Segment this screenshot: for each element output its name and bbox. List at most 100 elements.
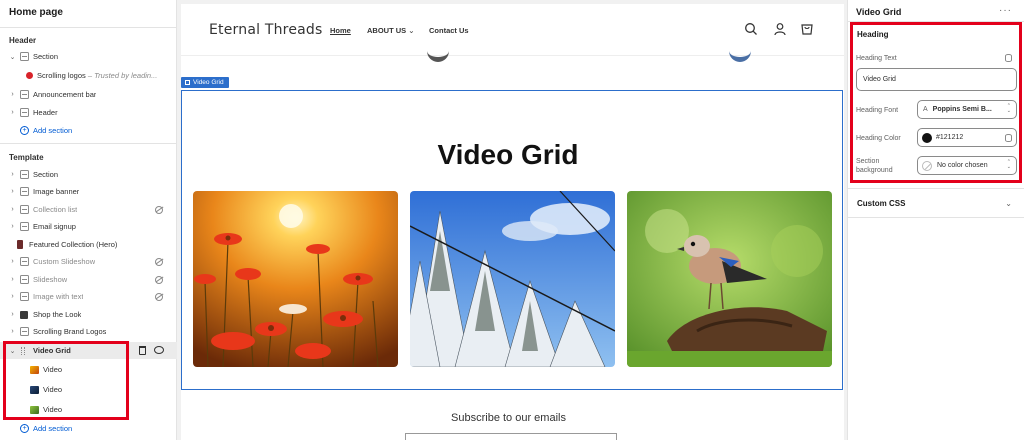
template-item-slideshow[interactable]: › Slideshow	[0, 271, 177, 288]
video-grid-label: Video Grid	[33, 346, 71, 355]
add-section-label: Add section	[33, 126, 73, 135]
header-section-label: Section	[33, 52, 59, 61]
template-item-video-grid[interactable]: ⌄ Video Grid	[0, 342, 177, 359]
nav-about-us[interactable]: ABOUT US ⌄	[367, 26, 415, 35]
dynamic-source-icon[interactable]	[1005, 54, 1012, 62]
eye-hidden-icon[interactable]	[155, 292, 163, 301]
chevron-down-icon[interactable]: ⌄	[8, 347, 17, 355]
settings-panel: Video Grid ··· Heading Heading Text Vide…	[847, 0, 1024, 440]
chevron-right-icon[interactable]: ›	[8, 171, 17, 178]
template-item-label: Custom Slideshow	[33, 257, 96, 266]
video-block-2[interactable]: Video	[0, 381, 177, 398]
product-thumbnail-icon	[17, 240, 23, 249]
template-item-featured-collection[interactable]: Featured Collection (Hero)	[0, 236, 177, 253]
scrolling-logos-subtitle: – Trusted by leadin...	[85, 71, 158, 80]
template-item-image-banner[interactable]: › Image banner	[0, 183, 177, 200]
template-item-label: Collection list	[33, 205, 78, 214]
video-block-1[interactable]: Video	[0, 361, 177, 378]
eye-hidden-icon[interactable]	[155, 275, 163, 284]
chevron-right-icon[interactable]: ›	[8, 328, 17, 335]
template-item-label: Shop the Look	[33, 310, 82, 319]
video-thumbnail-icon	[30, 405, 39, 414]
template-group-label: Template	[9, 153, 44, 162]
heading-font-value: Poppins Semi B...	[932, 106, 992, 113]
video-thumbnail-icon	[30, 385, 39, 394]
cart-icon[interactable]	[800, 22, 814, 36]
announcement-bar-row[interactable]: › Announcement bar	[0, 86, 177, 103]
template-item-image-with-text[interactable]: › Image with text	[0, 288, 177, 305]
chevron-down-icon[interactable]: ⌄	[1005, 199, 1012, 208]
chevron-down-icon: ⌄	[408, 26, 415, 35]
chevron-right-icon[interactable]: ›	[8, 311, 17, 318]
chevron-right-icon[interactable]: ›	[8, 109, 17, 116]
nav-home[interactable]: Home	[330, 26, 351, 35]
eye-icon[interactable]	[154, 346, 164, 354]
dynamic-source-icon[interactable]	[1005, 134, 1012, 142]
template-item-custom-slideshow[interactable]: › Custom Slideshow	[0, 253, 177, 270]
chevron-right-icon[interactable]: ›	[8, 223, 17, 230]
heading-color-input[interactable]: #121212	[917, 128, 1017, 147]
scrolling-logos-row[interactable]: Scrolling logos – Trusted by leadin...	[0, 67, 177, 84]
more-options-icon[interactable]: ···	[999, 5, 1012, 16]
shop-look-thumbnail-icon	[20, 310, 28, 319]
section-background-label: Section background	[856, 158, 893, 174]
video-tile-snowy-trees[interactable]	[410, 191, 615, 367]
email-input[interactable]	[405, 433, 617, 440]
nav-about-us-label: ABOUT US	[367, 26, 407, 35]
announcement-bar-label: Announcement bar	[33, 90, 97, 99]
header-icon	[20, 108, 29, 117]
section-background-input[interactable]: No color chosen ⌃ ⌄	[917, 156, 1017, 175]
chevron-right-icon[interactable]: ›	[8, 276, 17, 283]
trash-icon[interactable]	[139, 346, 146, 355]
stepper-icon: ⌃ ⌄	[1006, 103, 1011, 114]
header-label: Header	[33, 108, 58, 117]
section-icon	[20, 90, 29, 99]
drag-handle-icon[interactable]	[21, 346, 25, 355]
decorative-arc	[729, 48, 751, 62]
account-icon[interactable]	[773, 22, 787, 36]
eye-hidden-icon[interactable]	[155, 257, 163, 266]
font-icon: A	[923, 106, 928, 113]
template-item-email-signup[interactable]: › Email signup	[0, 218, 177, 235]
header-row[interactable]: › Header	[0, 104, 177, 121]
chevron-right-icon[interactable]: ›	[8, 293, 17, 300]
custom-css-header[interactable]: Custom CSS	[857, 199, 905, 208]
chevron-right-icon[interactable]: ›	[8, 91, 17, 98]
add-section-header-button[interactable]: + Add section	[20, 126, 72, 135]
video-thumbnail-icon	[30, 365, 39, 374]
image-text-icon	[20, 292, 29, 301]
subscribe-heading: Subscribe to our emails	[451, 412, 566, 424]
video-block-3[interactable]: Video	[0, 401, 177, 418]
template-item-shop-the-look[interactable]: › Shop the Look	[0, 306, 177, 323]
video-tile-flowers[interactable]	[193, 191, 398, 367]
template-item-scrolling-brand-logos[interactable]: › Scrolling Brand Logos	[0, 323, 177, 340]
template-item-section[interactable]: › Section	[0, 166, 177, 183]
chevron-right-icon[interactable]: ›	[8, 206, 17, 213]
search-icon[interactable]	[744, 22, 758, 36]
heading-color-value: #121212	[936, 134, 964, 141]
heading-text-input[interactable]: Video Grid	[856, 68, 1017, 91]
add-section-template-button[interactable]: + Add section	[20, 424, 72, 433]
nav-contact-us[interactable]: Contact Us	[429, 26, 469, 35]
template-item-label: Scrolling Brand Logos	[33, 327, 107, 336]
store-logo[interactable]: Eternal Threads	[209, 22, 323, 38]
heading-group-label: Heading	[857, 30, 889, 39]
eye-hidden-icon[interactable]	[155, 205, 163, 214]
section-tag-label: Video Grid	[193, 79, 224, 86]
decorative-arc	[427, 48, 449, 62]
chevron-right-icon[interactable]: ›	[8, 188, 17, 195]
divider	[848, 217, 1024, 218]
scrolling-logos-label: Scrolling logos – Trusted by leadin...	[37, 71, 157, 80]
template-item-collection-list[interactable]: › Collection list	[0, 201, 177, 218]
heading-font-label: Heading Font	[856, 107, 899, 114]
video-block-label: Video	[43, 365, 63, 374]
chevron-down-icon[interactable]: ⌄	[8, 53, 17, 61]
header-section-row[interactable]: ⌄ Section	[0, 48, 177, 65]
chevron-right-icon[interactable]: ›	[8, 258, 17, 265]
no-color-swatch	[922, 160, 932, 171]
video-block-label: Video	[43, 405, 63, 414]
section-tag[interactable]: Video Grid	[181, 77, 229, 88]
video-tile-bird[interactable]	[627, 191, 832, 367]
template-item-label: Featured Collection (Hero)	[29, 240, 118, 249]
heading-font-select[interactable]: A Poppins Semi B... ⌃ ⌄	[917, 100, 1017, 119]
